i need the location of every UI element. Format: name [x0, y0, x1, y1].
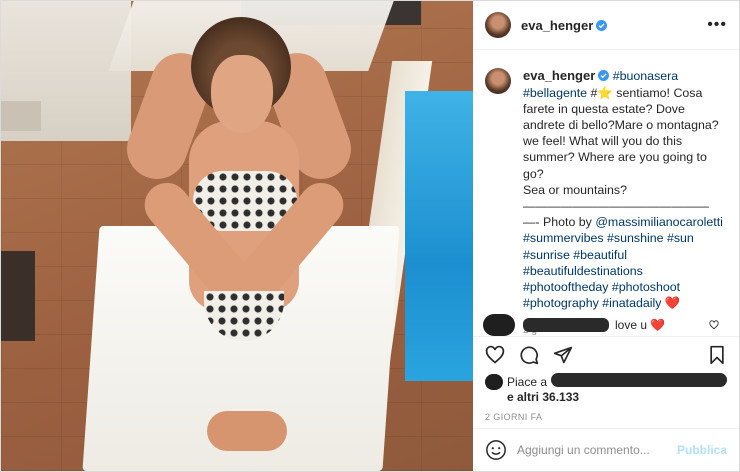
comments-area: eva_henger #buonasera #bellagente #⭐ sent…	[473, 50, 739, 336]
caption-segment: ❤️	[661, 296, 681, 311]
caption-segment: #⭐ sentiamo! Cosa	[587, 85, 703, 100]
redacted-avatar	[483, 314, 515, 337]
hashtag-link[interactable]: #sunrise #beautiful	[523, 248, 627, 262]
caption-line: summer? Where are you going to go?	[523, 149, 727, 181]
caption-line: we feel! What will you do this	[523, 133, 727, 149]
caption-line: farete in questa estate? Dove	[523, 101, 727, 117]
caption-line: Sea or mountains?	[523, 182, 727, 198]
hashtag-link[interactable]: #bellagente	[523, 86, 587, 100]
caption-segment: farete in questa estate? Dove	[523, 101, 685, 116]
photo-face	[211, 55, 273, 133]
hashtag-link[interactable]: #summervibes #sunshine #sun	[523, 231, 694, 245]
caption-avatar[interactable]	[485, 68, 511, 95]
hashtag-link[interactable]: @massimilianocaroletti	[595, 215, 723, 229]
photo-feet	[207, 411, 287, 451]
likes-others[interactable]: e altri 36.133	[507, 390, 579, 404]
caption-line: —- Photo by @massimilianocaroletti	[523, 214, 727, 230]
caption-text: eva_henger #buonasera #bellagente #⭐ sent…	[523, 68, 727, 311]
share-icon[interactable]	[553, 345, 573, 365]
avatar[interactable]	[485, 12, 511, 39]
caption-line: #summervibes #sunshine #sun	[523, 230, 727, 246]
photo-wall-step	[1, 101, 41, 131]
comment-row: love u ❤️	[483, 314, 729, 337]
photo-bikini-bottom	[204, 291, 284, 341]
caption-line: eva_henger #buonasera	[523, 68, 727, 84]
comment-text: love u ❤️	[615, 318, 666, 333]
header-username[interactable]: eva_henger	[521, 18, 593, 33]
caption-segment: —- Photo by	[523, 215, 596, 230]
redacted-liker-name	[551, 372, 727, 387]
redacted-username	[523, 318, 609, 333]
comment-icon[interactable]	[519, 345, 539, 365]
caption-segment: we feel! What will you do this	[523, 134, 683, 149]
heart-icon[interactable]	[485, 345, 505, 365]
instagram-post: eva_henger ••• eva_henger #buonasera #bel…	[0, 0, 740, 472]
verified-badge-icon	[598, 70, 610, 82]
caption-line: #sunrise #beautiful	[523, 247, 727, 263]
caption-segment: Sea or mountains?	[523, 182, 628, 197]
caption-username[interactable]: eva_henger	[523, 68, 595, 83]
likes-section: Piace a e altri 36.133	[473, 372, 739, 406]
hashtag-link[interactable]: #photography #inatadaily	[523, 296, 661, 310]
hashtag-link[interactable]: #beautifuldestinations	[523, 264, 643, 278]
caption: eva_henger #buonasera #bellagente #⭐ sent…	[485, 68, 727, 311]
heart-outline-icon[interactable]	[709, 320, 719, 330]
caption-segment: summer? Where are you going to go?	[523, 150, 707, 181]
caption-line: #photooftheday #photoshoot	[523, 279, 727, 295]
post-date[interactable]: 2 GIORNI FA	[473, 406, 739, 428]
photo-chair	[1, 251, 35, 341]
publish-button[interactable]: Pubblica	[677, 443, 727, 457]
post-sidebar: eva_henger ••• eva_henger #buonasera #bel…	[473, 1, 739, 471]
caption-line: #photography #inatadaily ❤️	[523, 295, 727, 311]
bookmark-icon[interactable]	[707, 345, 727, 365]
photo-person	[118, 11, 369, 461]
hashtag-link[interactable]: #buonasera	[613, 69, 678, 83]
post-header: eva_henger •••	[473, 1, 739, 51]
verified-badge-icon	[596, 19, 608, 31]
emoji-icon[interactable]	[485, 439, 507, 461]
likes-prefix: Piace a	[507, 374, 548, 389]
caption-line: ———————————————	[523, 198, 727, 214]
photo-pool	[405, 91, 473, 381]
caption-line: #bellagente #⭐ sentiamo! Cosa	[523, 85, 727, 101]
caption-segment: ———————————————	[523, 199, 709, 213]
post-photo[interactable]	[1, 1, 473, 471]
caption-segment: andrete di bello?Mare o montagna?	[523, 117, 719, 132]
comment-input[interactable]	[517, 442, 677, 457]
action-bar	[473, 336, 739, 372]
redacted-liker-avatar	[485, 373, 503, 390]
caption-line: andrete di bello?Mare o montagna?	[523, 117, 727, 133]
caption-line: #beautifuldestinations	[523, 263, 727, 279]
ellipsis-icon[interactable]: •••	[707, 16, 727, 34]
hashtag-link[interactable]: #photooftheday #photoshoot	[523, 280, 680, 294]
add-comment-bar: Pubblica	[473, 427, 739, 471]
